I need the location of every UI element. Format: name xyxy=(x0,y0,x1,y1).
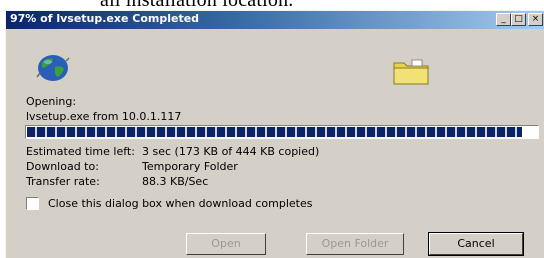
download-progress-bar xyxy=(25,125,539,139)
title-bar[interactable]: 97% of lvsetup.exe Completed _ □ × xyxy=(6,11,544,29)
globe-icon xyxy=(36,55,70,81)
transfer-rate-label: Transfer rate: xyxy=(26,175,100,188)
opening-label: Opening: xyxy=(26,95,77,108)
download-to-label: Download to: xyxy=(26,160,99,173)
open-folder-button[interactable]: Open Folder xyxy=(306,233,404,255)
time-left-label: Estimated time left: xyxy=(26,145,135,158)
open-button[interactable]: Open xyxy=(186,233,266,255)
cancel-button[interactable]: Cancel xyxy=(428,232,524,256)
folder-icon xyxy=(393,59,429,85)
progress-fill xyxy=(27,127,522,137)
close-button[interactable]: × xyxy=(528,13,543,26)
file-source-text: lvsetup.exe from 10.0.1.117 xyxy=(26,110,182,123)
download-to-value: Temporary Folder xyxy=(142,160,238,173)
transfer-rate-value: 88.3 KB/Sec xyxy=(142,175,209,188)
window-title: 97% of lvsetup.exe Completed xyxy=(10,12,200,25)
time-left-value: 3 sec (173 KB of 444 KB copied) xyxy=(142,145,320,158)
close-when-done-label[interactable]: Close this dialog box when download comp… xyxy=(48,197,312,210)
minimize-button[interactable]: _ xyxy=(496,13,511,26)
maximize-button[interactable]: □ xyxy=(511,13,526,26)
download-dialog: 97% of lvsetup.exe Completed _ □ × Openi… xyxy=(5,10,544,258)
close-when-done-checkbox[interactable] xyxy=(26,197,39,210)
